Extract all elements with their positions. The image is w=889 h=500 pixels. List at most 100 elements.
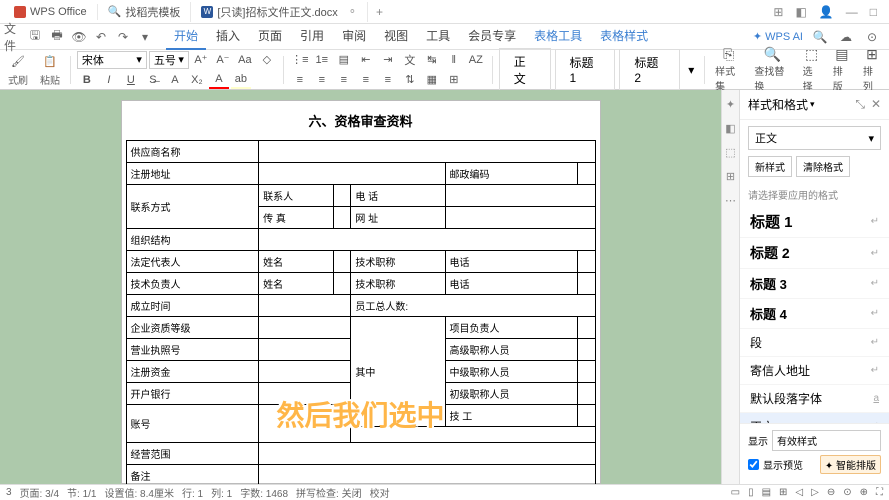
nav-next-icon[interactable]: ▷	[811, 487, 819, 498]
fill-icon[interactable]: ▦	[422, 71, 442, 89]
style-h1[interactable]: 标题 1	[555, 49, 616, 90]
minimize-icon[interactable]: —	[846, 5, 858, 19]
app-icon[interactable]: ⊞	[773, 5, 783, 19]
zoom-in-icon[interactable]: ⊕	[860, 487, 868, 498]
layout-sort-button[interactable]: ▤排版	[829, 46, 855, 93]
multilevel-icon[interactable]: ▤	[334, 51, 354, 69]
style-item-h2[interactable]: 标题 2↵	[740, 238, 889, 269]
italic-button[interactable]: I	[99, 71, 119, 89]
tab-table-style[interactable]: 表格样式	[592, 23, 656, 50]
inc-font-icon[interactable]: A⁺	[191, 51, 211, 69]
user-icon[interactable]: 👤	[819, 5, 834, 19]
cloud-icon[interactable]: ☁	[837, 28, 855, 46]
wps-ai-button[interactable]: ✦ WPS AI	[753, 30, 803, 43]
tab-view[interactable]: 视图	[376, 23, 416, 50]
fullscreen-icon[interactable]: ⛶	[876, 487, 883, 498]
current-style-select[interactable]: 正文▾	[748, 126, 881, 150]
strip-more-icon[interactable]: ⋯	[724, 194, 738, 208]
smart-layout-button[interactable]: ✦ 智能排版	[820, 455, 881, 474]
style-gallery-more[interactable]: ▾	[684, 63, 698, 77]
style-item-sender[interactable]: 寄信人地址↵	[740, 357, 889, 385]
notify-icon[interactable]: ◧	[795, 5, 806, 19]
tab-wps-home[interactable]: WPS Office	[4, 4, 98, 20]
style-item-default-font[interactable]: 默认段落字体a	[740, 385, 889, 413]
style-item-h4[interactable]: 标题 4↵	[740, 299, 889, 329]
sb-words[interactable]: 字数: 1468	[240, 485, 288, 500]
shading-button[interactable]: ab	[231, 71, 251, 89]
strip-prop-icon[interactable]: ⊞	[724, 170, 738, 184]
print-icon[interactable]: 🖶	[48, 28, 66, 46]
align-dist-icon[interactable]: ≡	[378, 71, 398, 89]
paste-group[interactable]: 📋粘贴	[36, 53, 64, 87]
nav-prev-icon[interactable]: ◁	[795, 487, 803, 498]
size-select[interactable]: 五号▾	[149, 51, 189, 69]
sb-proof[interactable]: 校对	[370, 485, 390, 500]
new-style-button[interactable]: 新样式	[748, 156, 792, 177]
clear-format-button[interactable]: 清除格式	[796, 156, 850, 177]
undo-icon[interactable]: ↶	[92, 28, 110, 46]
strike-button[interactable]: S̶	[143, 71, 163, 89]
font-select[interactable]: 宋体▾	[77, 51, 147, 69]
line-spacing-icon[interactable]: ‖	[444, 51, 464, 69]
form-table[interactable]: 供应商名称 注册地址邮政编码 联系方式联系人电 话 传 真网 址 组织结构 法定…	[126, 140, 596, 484]
align-center-icon[interactable]: ≡	[312, 71, 332, 89]
tab-table-tools[interactable]: 表格工具	[526, 23, 590, 50]
maximize-icon[interactable]: □	[870, 5, 877, 19]
tab-templates[interactable]: 🔍找稻壳模板	[98, 2, 192, 22]
strip-style-icon[interactable]: ✦	[724, 98, 738, 112]
clear-format-icon[interactable]: ◇	[257, 51, 277, 69]
asian-layout-icon[interactable]: 文	[400, 51, 420, 69]
align-left-icon[interactable]: ≡	[290, 71, 310, 89]
view-web-icon[interactable]: ⊞	[779, 487, 787, 498]
sb-page[interactable]: 页面: 3/4	[20, 485, 59, 500]
align-right-icon[interactable]: ≡	[334, 71, 354, 89]
view-read-icon[interactable]: ▯	[748, 487, 754, 498]
style-item-h1[interactable]: 标题 1↵	[740, 206, 889, 238]
border-icon[interactable]: ⊞	[444, 71, 464, 89]
dec-indent-icon[interactable]: ⇤	[356, 51, 376, 69]
panel-detach-icon[interactable]: ⤡	[855, 97, 865, 112]
tab-document[interactable]: W[只读]招标文件正文.docx⚬	[191, 2, 368, 22]
strip-select-icon[interactable]: ⬚	[724, 146, 738, 160]
find-replace-button[interactable]: 🔍查找替换	[750, 46, 794, 93]
tab-insert[interactable]: 插入	[208, 23, 248, 50]
collapse-icon[interactable]: ⊙	[863, 28, 881, 46]
zoom-fit-icon[interactable]: ⊙	[843, 487, 851, 498]
tab-start[interactable]: 开始	[166, 23, 206, 50]
view-outline-icon[interactable]: ▤	[762, 487, 771, 498]
file-menu[interactable]: 文件	[4, 28, 22, 46]
style-list[interactable]: 标题 1↵ 标题 2↵ 标题 3↵ 标题 4↵ 段↵ 寄信人地址↵ 默认段落字体…	[740, 206, 889, 423]
bullet-list-icon[interactable]: ⋮≡	[290, 51, 310, 69]
tab-icon[interactable]: ↹	[422, 51, 442, 69]
strip-nav-icon[interactable]: ◧	[724, 122, 738, 136]
underline-button[interactable]: U	[121, 71, 141, 89]
tab-reference[interactable]: 引用	[292, 23, 332, 50]
redo-icon[interactable]: ↷	[114, 28, 132, 46]
show-filter-select[interactable]: 有效样式	[772, 430, 881, 451]
style-item-body[interactable]: 正文↵	[740, 413, 889, 423]
dec-font-icon[interactable]: A⁻	[213, 51, 233, 69]
highlight-button[interactable]: A	[165, 71, 185, 89]
tab-tools[interactable]: 工具	[418, 23, 458, 50]
sb-spell[interactable]: 拼写检查: 关闭	[296, 485, 362, 500]
select-button[interactable]: ⬚选择	[799, 46, 825, 93]
style-item-h3[interactable]: 标题 3↵	[740, 269, 889, 299]
panel-close-icon[interactable]: ✕	[871, 97, 881, 112]
sort-icon[interactable]: AZ	[466, 51, 486, 69]
style-set-button[interactable]: ⎘样式集	[711, 46, 746, 93]
spacing-icon[interactable]: ⇅	[400, 71, 420, 89]
sub-button[interactable]: X₂	[187, 71, 207, 89]
tab-review[interactable]: 审阅	[334, 23, 374, 50]
view-print-icon[interactable]: ▭	[731, 487, 740, 498]
format-brush-group[interactable]: 🖌式刷	[4, 53, 32, 87]
tab-add[interactable]: +	[368, 5, 391, 19]
style-item-paragraph[interactable]: 段↵	[740, 329, 889, 357]
arrange-button[interactable]: ⊞排列	[859, 46, 885, 93]
zoom-out-icon[interactable]: ⊖	[827, 487, 835, 498]
search-icon[interactable]: 🔍	[811, 28, 829, 46]
case-icon[interactable]: Aa	[235, 51, 255, 69]
preview-icon[interactable]: 👁	[70, 28, 88, 46]
style-h2[interactable]: 标题 2	[619, 49, 680, 90]
font-color-button[interactable]: A	[209, 71, 229, 89]
preview-checkbox[interactable]	[748, 459, 759, 470]
